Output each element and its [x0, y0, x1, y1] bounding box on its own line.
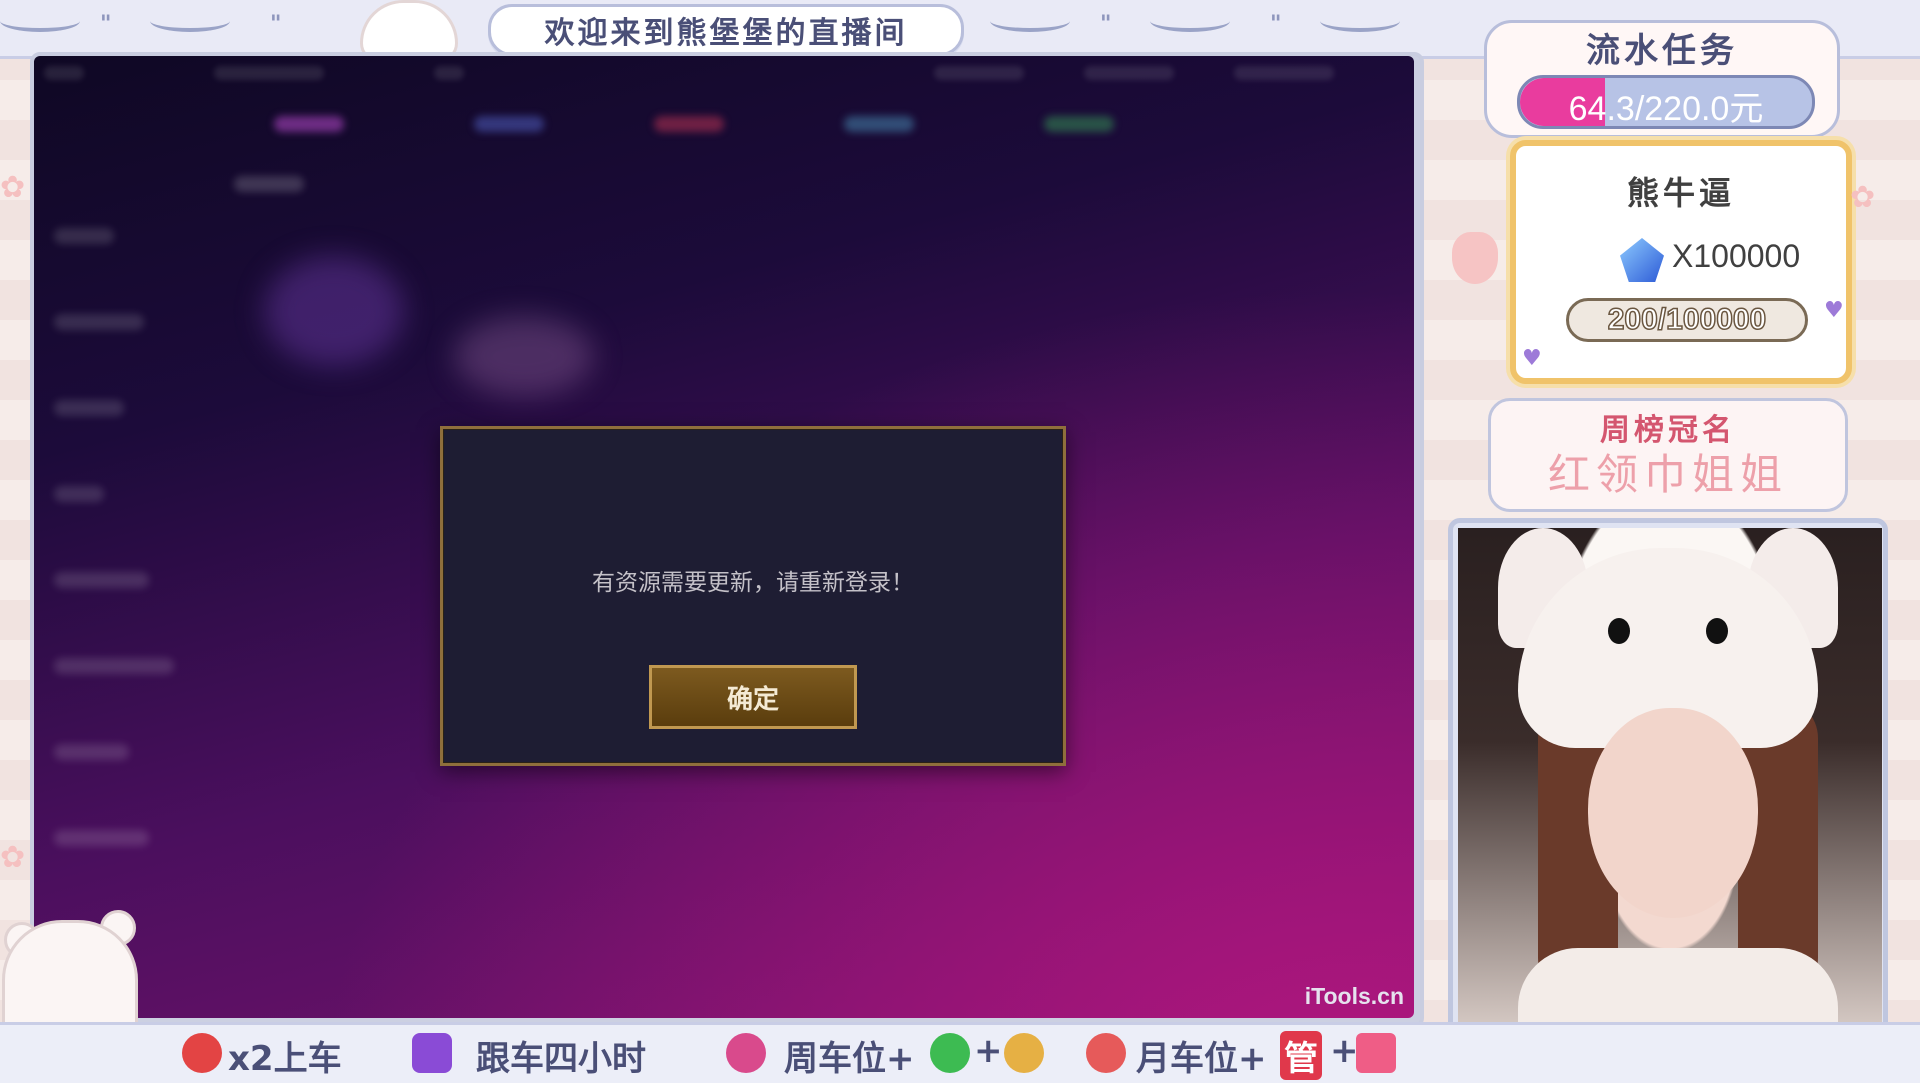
ticker-item: 跟车四小时 [476, 1039, 646, 1079]
blurred-nav-item [434, 66, 464, 80]
weekly-sponsor-name: 红领巾姐姐 [1547, 450, 1788, 499]
blurred-sidebar-item [54, 744, 129, 760]
gift-goal-progress: 200/100000 [1566, 298, 1808, 342]
wave-decoration [150, 10, 230, 32]
wechat-icon [930, 1033, 970, 1073]
blurred-nav-item [1084, 66, 1174, 80]
camera-face [1588, 708, 1758, 918]
blurred-tab [1044, 116, 1114, 132]
quote-decoration: " [1270, 12, 1282, 37]
ticker-item: + [974, 1031, 1003, 1071]
rocket-icon [1086, 1033, 1126, 1073]
hat-eye [1608, 618, 1630, 644]
blurred-tab [844, 116, 914, 132]
dialog-message: 有资源需要更新，请重新登录！ [592, 570, 914, 596]
stream-title-banner: 欢迎来到熊堡堡的直播间 [488, 4, 964, 56]
watermark: iTools.cn [1304, 983, 1404, 1009]
blurred-tab [274, 116, 344, 132]
admin-badge-icon: 管 [1280, 1031, 1322, 1080]
blurred-nav-item [934, 66, 1024, 80]
wave-decoration [1320, 10, 1400, 32]
strawberry-icon [1452, 232, 1498, 284]
quote-decoration: " [270, 12, 282, 37]
revenue-task-panel: 流水任务 64.3/220.0元 [1484, 20, 1840, 138]
heart-icon: ♥ [1522, 346, 1542, 371]
task-progress-bar: 64.3/220.0元 [1517, 75, 1815, 129]
blurred-sidebar-item [54, 830, 149, 846]
wave-decoration [1150, 10, 1230, 32]
blurred-nav-item [1234, 66, 1334, 80]
streamer-camera [1458, 528, 1882, 1062]
star-icon: ✿ [0, 170, 26, 205]
stream-title: 欢迎来到熊堡堡的直播间 [544, 16, 908, 51]
blurred-sidebar-item [54, 572, 149, 588]
gift-goal-card: 熊牛逼 X100000 200/100000 [1510, 140, 1852, 384]
blurred-tab [234, 176, 304, 192]
quote-decoration: " [100, 12, 112, 37]
bottom-ticker: x2上车 跟车四小时 周车位+ + 月车位+ 管 + [0, 1022, 1920, 1083]
badge-icon [1004, 1033, 1044, 1073]
ticker-item: x2上车 [228, 1039, 342, 1079]
star-icon: ✿ [0, 840, 26, 875]
blurred-sidebar-item [54, 486, 104, 502]
blurred-sidebar-item [54, 314, 144, 330]
star-icon: ✿ [1850, 180, 1876, 215]
hat-eye [1706, 618, 1728, 644]
blurred-nav-item [44, 66, 84, 80]
task-title: 流水任务 [1586, 31, 1738, 71]
weekly-sponsor-panel: 周榜冠名 红领巾姐姐 [1488, 398, 1848, 512]
crystal-icon [1620, 238, 1664, 282]
blurred-sidebar-item [54, 400, 124, 416]
blurred-sidebar-item [54, 658, 174, 674]
quote-decoration: " [1100, 12, 1112, 37]
blurred-tab [654, 116, 724, 132]
potion-icon [182, 1033, 222, 1073]
wave-decoration [990, 10, 1070, 32]
wave-decoration [0, 10, 80, 32]
task-progress-text: 64.3/220.0元 [1568, 90, 1764, 128]
ticker-item: 周车位+ [784, 1039, 915, 1079]
ticker-item: 月车位+ [1136, 1039, 1267, 1079]
ticker-item: + [1330, 1031, 1359, 1071]
game-capture: 有资源需要更新，请重新登录！ 确定 iTools.cn [34, 56, 1414, 1018]
guard-shield-icon [726, 1033, 766, 1073]
blurred-sidebar-item [54, 228, 114, 244]
blurred-artwork [264, 256, 404, 366]
gift-goal-name: 熊牛逼 [1626, 174, 1735, 212]
update-dialog: 有资源需要更新，请重新登录！ 确定 [440, 426, 1066, 766]
blurred-artwork [454, 316, 594, 396]
gift-goal-multiplier: X100000 [1672, 238, 1801, 274]
diamond-icon [1356, 1033, 1396, 1073]
book-icon [412, 1033, 452, 1073]
confirm-button[interactable]: 确定 [649, 665, 857, 729]
blurred-nav-item [214, 66, 324, 80]
blurred-tab [474, 116, 544, 132]
heart-icon: ♥ [1824, 298, 1844, 323]
